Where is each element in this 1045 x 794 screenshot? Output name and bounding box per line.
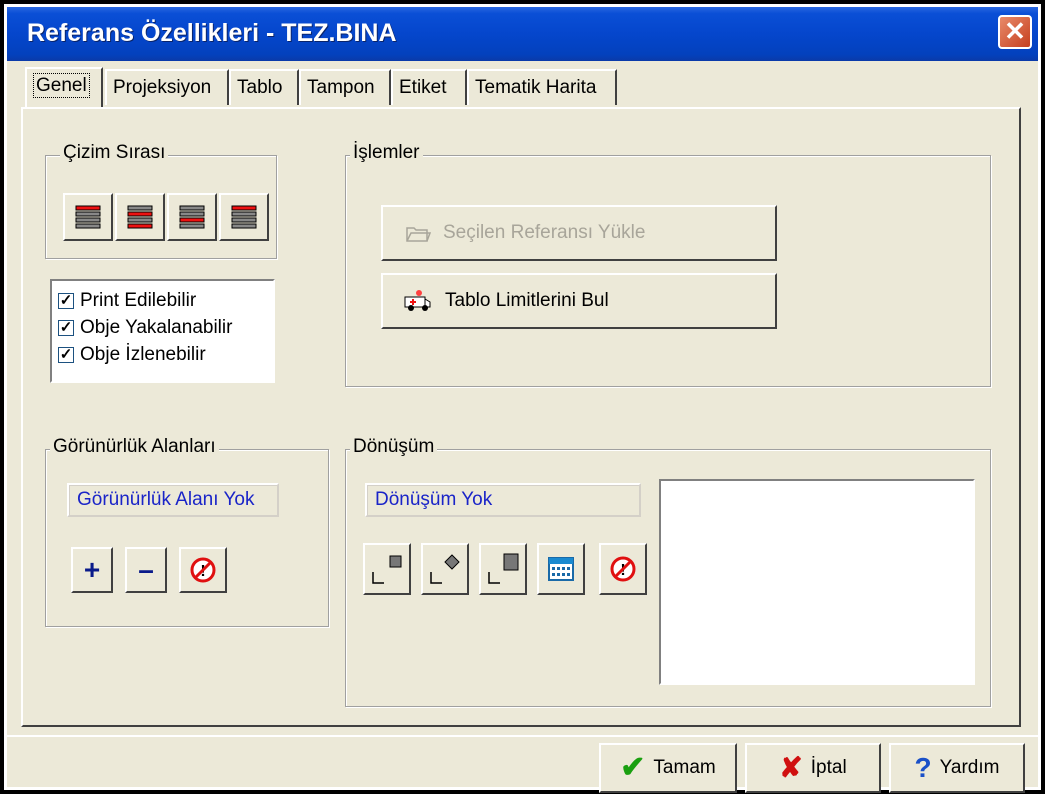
tab-tablo[interactable]: Tablo — [229, 69, 299, 105]
tab-genel[interactable]: Genel — [25, 67, 103, 107]
help-label: Yardım — [939, 757, 1000, 778]
plus-icon: + — [83, 554, 101, 585]
checkmark-icon: ✔ — [620, 751, 646, 784]
ok-button[interactable]: ✔ Tamam — [599, 743, 737, 793]
transform-scale-button[interactable] — [479, 543, 527, 595]
dialog-window: Referans Özellikleri - TEZ.BINA ✕ Genel … — [3, 3, 1042, 793]
transformation-label: Dönüşüm — [350, 436, 438, 458]
rotate-icon — [430, 554, 460, 584]
transform-rotate-button[interactable] — [421, 543, 469, 595]
cancel-x-icon: ✘ — [779, 752, 803, 783]
remove-visibility-button[interactable]: – — [125, 547, 167, 593]
tab-tematik-harita[interactable]: Tematik Harita — [467, 69, 617, 105]
operations-label: İşlemler — [350, 142, 423, 164]
visibility-range-field: Görünürlük Alanı Yok — [67, 483, 279, 517]
move-up-button[interactable] — [115, 193, 165, 241]
cancel-button[interactable]: ✘ İptal — [745, 743, 881, 793]
ambulance-icon — [404, 290, 431, 311]
option-label: Obje Yakalanabilir — [80, 316, 233, 338]
send-to-back-button[interactable] — [219, 193, 269, 241]
cancel-label: İptal — [810, 757, 847, 778]
tab-projeksiyon[interactable]: Projeksiyon — [105, 69, 229, 105]
option-label: Print Edilebilir — [80, 289, 197, 311]
clear-prohibit-icon: ! — [190, 557, 216, 583]
load-reference-button[interactable]: Seçilen Referansı Yükle — [381, 205, 777, 261]
operations-group: İşlemler — [345, 142, 991, 387]
checkbox-checked-icon[interactable]: ✓ — [58, 319, 74, 336]
tab-etiket[interactable]: Etiket — [391, 69, 467, 105]
transform-table-button[interactable] — [537, 543, 585, 595]
option-print[interactable]: ✓ Print Edilebilir — [58, 287, 267, 314]
option-snap[interactable]: ✓ Obje Yakalanabilir — [58, 314, 267, 341]
ok-label: Tamam — [653, 757, 716, 778]
clear-transformation-button[interactable]: ! — [599, 543, 647, 595]
move-down-button[interactable] — [167, 193, 217, 241]
visibility-ranges-group: Görünürlük Alanları — [45, 436, 329, 627]
bring-to-front-button[interactable] — [63, 193, 113, 241]
load-reference-label: Seçilen Referansı Yükle — [443, 222, 646, 243]
calendar-grid-icon — [548, 557, 574, 581]
close-icon[interactable]: ✕ — [998, 15, 1032, 49]
clear-prohibit-icon: ! — [610, 556, 636, 582]
options-list: ✓ Print Edilebilir ✓ Obje Yakalanabilir … — [50, 279, 275, 383]
layers-bottom-icon — [231, 205, 257, 229]
transform-translate-button[interactable] — [363, 543, 411, 595]
minus-icon: – — [138, 554, 154, 585]
clear-visibility-button[interactable]: ! — [179, 547, 227, 593]
checkbox-checked-icon[interactable]: ✓ — [58, 346, 74, 363]
help-button[interactable]: ? Yardım — [889, 743, 1025, 793]
layers-top-icon — [75, 205, 101, 229]
window-title: Referans Özellikleri - TEZ.BINA — [27, 19, 397, 47]
layers-down-icon — [179, 205, 205, 229]
transformation-list[interactable] — [659, 479, 975, 685]
option-label: Obje İzlenebilir — [80, 343, 206, 365]
folder-open-icon — [406, 227, 431, 242]
layers-up-icon — [127, 205, 153, 229]
checkbox-checked-icon[interactable]: ✓ — [58, 292, 74, 309]
transformation-field: Dönüşüm Yok — [365, 483, 641, 517]
translate-icon — [372, 555, 402, 584]
title-bar[interactable]: Referans Özellikleri - TEZ.BINA ✕ — [7, 7, 1038, 61]
option-track[interactable]: ✓ Obje İzlenebilir — [58, 341, 267, 368]
draw-order-label: Çizim Sırası — [60, 142, 169, 164]
visibility-ranges-label: Görünürlük Alanları — [50, 436, 219, 458]
find-table-limits-button[interactable]: Tablo Limitlerini Bul — [381, 273, 777, 329]
tab-label: Genel — [33, 73, 90, 98]
scale-icon — [488, 553, 519, 584]
find-table-limits-label: Tablo Limitlerini Bul — [445, 290, 609, 311]
tab-tampon[interactable]: Tampon — [299, 69, 391, 105]
add-visibility-button[interactable]: + — [71, 547, 113, 593]
button-bar — [7, 735, 1038, 793]
question-mark-icon: ? — [914, 752, 932, 783]
